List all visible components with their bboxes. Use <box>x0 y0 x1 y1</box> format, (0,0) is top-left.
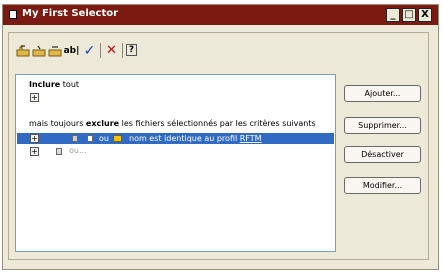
delete-icon[interactable]: ✕ <box>103 42 120 59</box>
modify-button[interactable]: Modifier... <box>344 177 421 194</box>
or-label: ou <box>99 134 109 143</box>
deactivate-button[interactable]: Désactiver <box>344 146 421 163</box>
rename-icon[interactable]: ab| <box>63 42 80 59</box>
criterion-text: nom est identique au profil RFTM <box>129 134 262 143</box>
expand-row2-button[interactable]: + <box>30 147 39 156</box>
help-icon[interactable]: ? <box>126 44 137 56</box>
expand-row-button[interactable]: + <box>30 134 39 143</box>
delete-button[interactable]: Supprimer... <box>344 117 421 134</box>
window-title: My First Selector <box>22 8 119 19</box>
open-file-3-icon[interactable] <box>46 42 63 59</box>
exclude-label: mais toujours exclure les fichiers sélec… <box>29 119 316 128</box>
open-file-2-icon[interactable] <box>30 42 47 59</box>
toolbar-separator <box>122 43 123 58</box>
close-button[interactable]: X <box>418 8 432 22</box>
maximize-button[interactable]: □ <box>402 8 416 22</box>
criteria-row-selected[interactable]: + ou nom est identique au profil RFTM <box>17 133 334 144</box>
add-button[interactable]: Ajouter... <box>344 85 421 102</box>
toolbar-separator <box>100 43 101 58</box>
folder-icon <box>113 135 122 142</box>
expand-include-button[interactable]: + <box>30 93 39 102</box>
open-file-icon[interactable] <box>14 42 31 59</box>
window-icon <box>9 10 17 19</box>
document-icon <box>87 135 93 142</box>
include-label: Inclure tout <box>29 80 80 89</box>
or-placeholder: ou... <box>69 146 87 155</box>
criteria-list[interactable]: Inclure tout + mais toujours exclure les… <box>15 74 336 252</box>
file-icon-disabled <box>56 148 62 155</box>
file-icon <box>72 135 78 142</box>
check-icon[interactable]: ✓ <box>81 42 98 59</box>
minimize-button[interactable]: _ <box>386 8 400 22</box>
title-bar[interactable]: My First Selector _ □ X <box>3 5 438 25</box>
